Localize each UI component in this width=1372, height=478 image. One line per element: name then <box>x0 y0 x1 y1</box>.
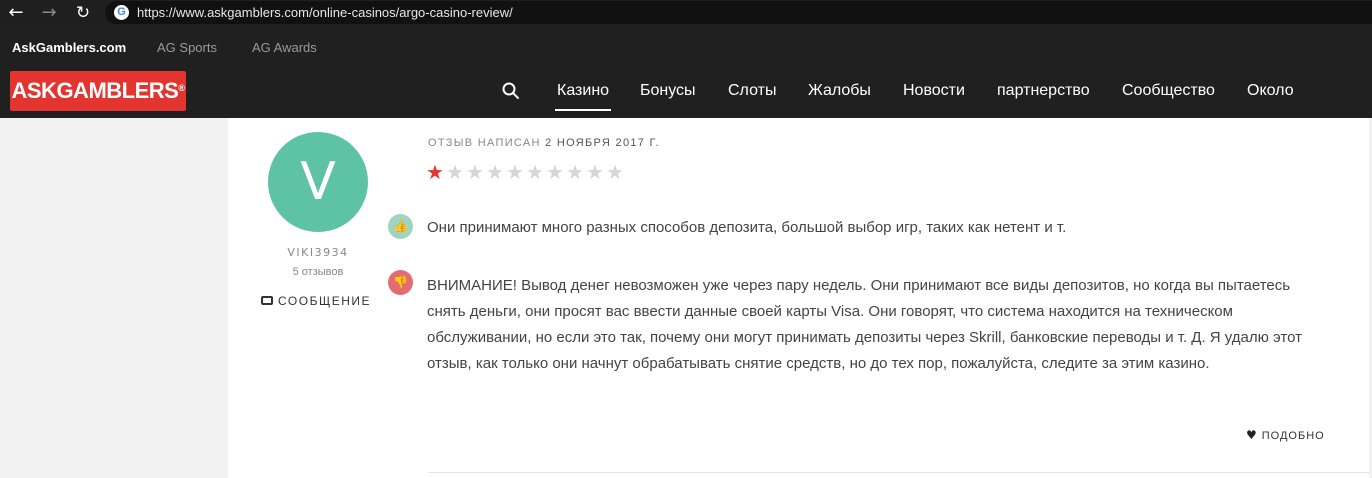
topbar-link-ag-sports[interactable]: AG Sports <box>157 40 217 55</box>
avatar[interactable]: V <box>268 132 368 232</box>
page-background <box>0 118 228 478</box>
nav-partnership[interactable]: партнерство <box>997 82 1090 100</box>
review-cons: ВНИМАНИЕ! Вывод денег невозможен уже чер… <box>427 277 1302 372</box>
star-empty-icon: ★ <box>506 160 524 184</box>
reviewer-review-count: 5 отзывов <box>292 266 344 278</box>
like-label: ПОДОБНО <box>1261 430 1325 442</box>
star-empty-icon: ★ <box>546 160 564 184</box>
search-icon[interactable] <box>502 82 520 100</box>
star-empty-icon: ★ <box>526 160 544 184</box>
thumbs-down-icon: 👎 <box>388 270 413 295</box>
browser-toolbar: ← → ↻ G https://www.askgamblers.com/onli… <box>0 0 1372 26</box>
divider <box>428 472 1372 473</box>
nav-news[interactable]: Новости <box>903 82 965 100</box>
heart-icon: ♥ <box>1246 428 1258 442</box>
rating-stars: ★ ★ ★ ★ ★ ★ ★ ★ ★ ★ <box>426 162 626 182</box>
like-button[interactable]: ♥ ПОДОБНО <box>1246 428 1325 442</box>
reviewer-username[interactable]: VIKI3934 <box>228 246 408 259</box>
review-date-prefix: ОТЗЫВ НАПИСАН <box>428 137 541 149</box>
review-date-value: 2 НОЯБРЯ 2017 Г. <box>545 137 660 149</box>
google-favicon-icon: G <box>114 5 129 20</box>
nav-about[interactable]: Около <box>1247 82 1294 100</box>
thumbs-up-icon: 👍 <box>388 214 413 239</box>
review-date: ОТЗЫВ НАПИСАН 2 НОЯБРЯ 2017 Г. <box>428 137 660 149</box>
main-navigation: ASKGAMBLERS® Казино Бонусы Слоты Жалобы … <box>0 68 1372 118</box>
star-empty-icon: ★ <box>486 160 504 184</box>
nav-slots[interactable]: Слоты <box>728 82 776 100</box>
nav-casino[interactable]: Казино <box>554 82 612 111</box>
message-label: СООБЩЕНИЕ <box>278 294 371 308</box>
review-card: V VIKI3934 5 отзывов СООБЩЕНИЕ ОТЗЫВ НАП… <box>228 118 1372 478</box>
nav-bonuses[interactable]: Бонусы <box>640 82 696 100</box>
star-filled-icon: ★ <box>426 160 444 184</box>
nav-community[interactable]: Сообщество <box>1122 82 1215 100</box>
logo-text: ASKGAMBLERS <box>11 78 179 103</box>
logo-registered-mark: ® <box>178 83 185 93</box>
reload-icon[interactable]: ↻ <box>71 0 95 26</box>
nav-complaints[interactable]: Жалобы <box>808 82 871 100</box>
askgamblers-logo[interactable]: ASKGAMBLERS® <box>10 71 186 111</box>
star-empty-icon: ★ <box>446 160 464 184</box>
message-icon <box>261 296 273 306</box>
star-empty-icon: ★ <box>606 160 624 184</box>
star-empty-icon: ★ <box>466 160 484 184</box>
message-button[interactable]: СООБЩЕНИЕ <box>261 294 371 308</box>
site-topbar: AskGamblers.com AG Sports AG Awards <box>0 26 1372 68</box>
topbar-link-ag-awards[interactable]: AG Awards <box>252 40 317 55</box>
address-bar[interactable]: G https://www.askgamblers.com/online-cas… <box>105 1 1372 24</box>
back-arrow-icon[interactable]: ← <box>4 0 28 26</box>
url-text[interactable]: https://www.askgamblers.com/online-casin… <box>137 5 513 20</box>
forward-arrow-icon[interactable]: → <box>37 0 61 26</box>
star-empty-icon: ★ <box>566 160 584 184</box>
topbar-link-askgamblers[interactable]: AskGamblers.com <box>12 40 126 55</box>
review-pros: Они принимают много разных способов депо… <box>427 219 1067 236</box>
star-empty-icon: ★ <box>586 160 604 184</box>
